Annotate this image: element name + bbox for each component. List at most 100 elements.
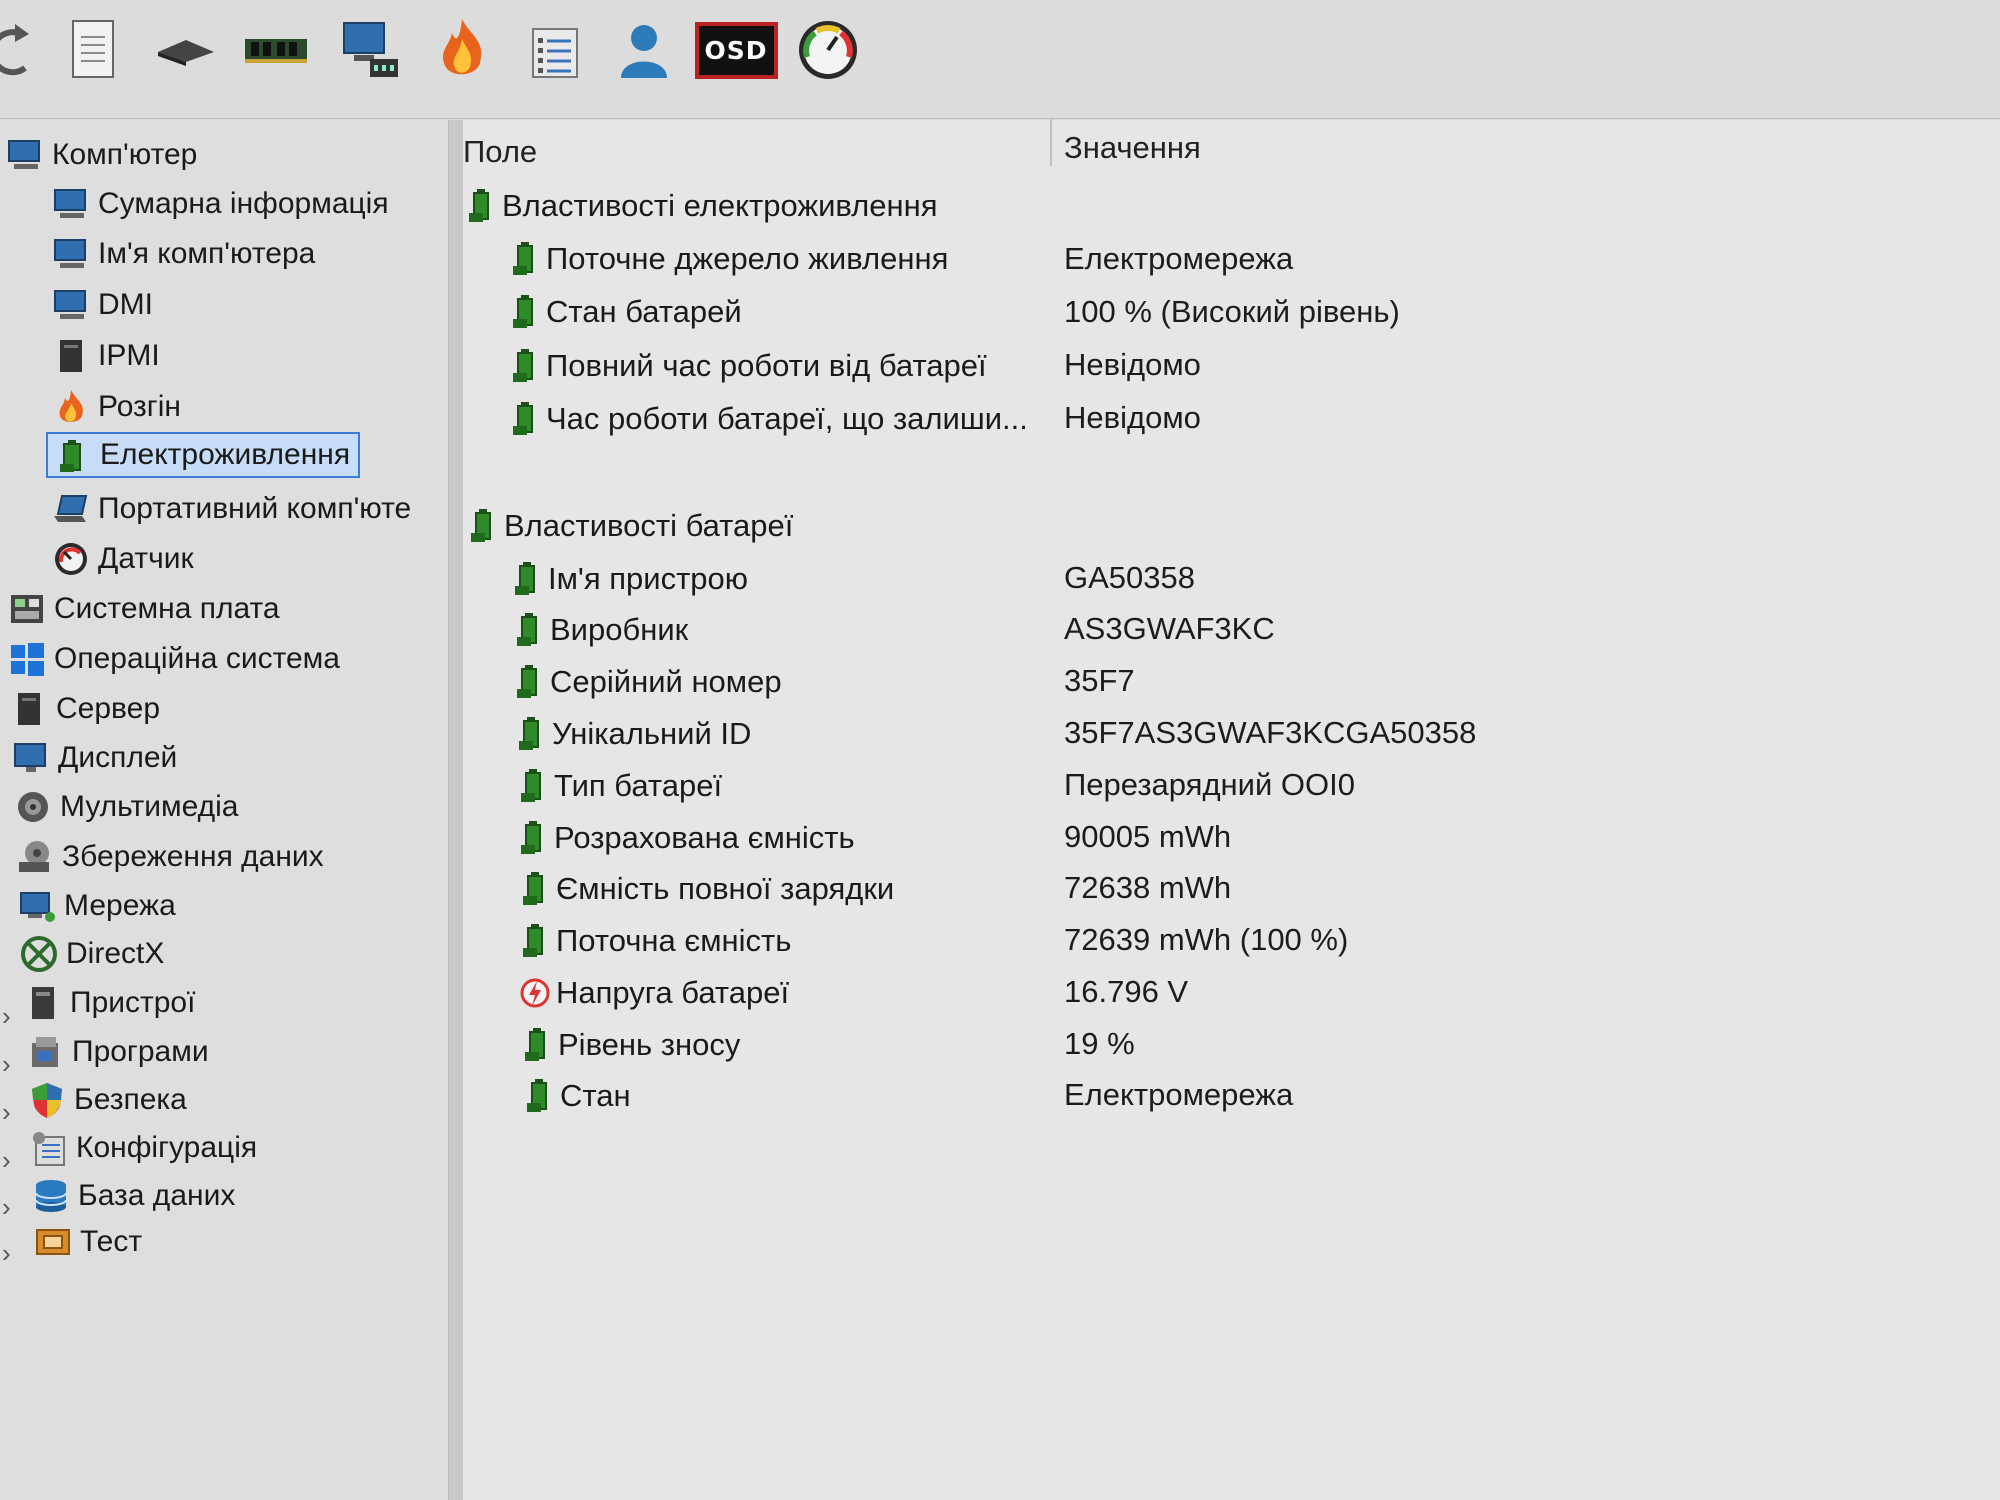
config-icon — [33, 1132, 65, 1166]
chevron-right-icon[interactable]: › — [2, 1049, 11, 1080]
user-button[interactable] — [608, 14, 680, 86]
tree-item-power-management[interactable]: Електроживлення — [46, 432, 361, 478]
network-icon — [20, 892, 55, 922]
column-resize-handle[interactable] — [1050, 118, 1052, 166]
shield-icon — [32, 1083, 62, 1118]
battery-icon — [513, 242, 533, 275]
tree-item-devices[interactable]: Пристрої — [24, 982, 195, 1024]
group-title: Властивості електроживлення — [502, 188, 938, 223]
group-header-power-properties[interactable]: Властивості електроживлення — [466, 182, 938, 230]
battery-icon — [521, 769, 541, 802]
battery-icon — [60, 440, 81, 472]
table-row[interactable]: Ємність повної зарядки — [520, 865, 894, 913]
tree-item-network[interactable]: Мережа — [18, 885, 176, 927]
tree-item-computer-name[interactable]: Ім'я комп'ютера — [52, 233, 315, 275]
tree-item-security[interactable]: Безпека — [28, 1079, 187, 1121]
row-field: Час роботи батареї, що залиши... — [546, 401, 1028, 436]
row-value: GA50358 — [1064, 560, 1195, 595]
table-row[interactable]: Рівень зносу — [522, 1021, 740, 1069]
column-header-value[interactable]: Значення — [1064, 130, 1201, 166]
osd-button[interactable]: OSD — [694, 14, 778, 86]
tree-item-label: Дисплей — [58, 741, 178, 774]
tree-item-database[interactable]: База даних — [32, 1175, 235, 1217]
tree-item-label: Розгін — [98, 390, 181, 423]
row-value: Невідомо — [1064, 347, 1201, 382]
toolbar: OSD — [0, 0, 2000, 119]
table-row[interactable]: Стан — [524, 1072, 631, 1120]
network-computer-button[interactable] — [335, 14, 407, 86]
tree-item-label: Мережа — [64, 889, 176, 922]
tree-item-ipmi[interactable]: IPMI — [52, 335, 160, 377]
chevron-right-icon[interactable]: › — [2, 1238, 11, 1269]
tree-item-sensor[interactable]: Датчик — [52, 538, 194, 580]
chevron-right-icon[interactable]: › — [2, 1192, 11, 1223]
tree-item-label: DMI — [98, 288, 153, 321]
battery-icon — [517, 665, 537, 698]
battery-icon — [517, 613, 537, 646]
computer-icon — [8, 140, 40, 169]
tree-item-computer[interactable]: Комп'ютер — [6, 134, 197, 176]
disk-icon — [19, 841, 49, 872]
memory-button[interactable] — [240, 14, 312, 86]
battery-icon — [525, 1028, 545, 1061]
database-icon — [35, 1180, 67, 1212]
tree-item-label: Мультимедіа — [60, 790, 239, 823]
tree-item-multimedia[interactable]: Мультимедіа — [14, 786, 238, 828]
table-row[interactable]: Час роботи батареї, що залиши... — [510, 395, 1028, 443]
tree-item-storage[interactable]: Збереження даних — [16, 836, 324, 878]
test-icon — [36, 1229, 70, 1255]
tree-item-portable-computer[interactable]: Портативний комп'юте — [52, 488, 411, 530]
table-row[interactable]: Унікальний ID — [516, 710, 751, 758]
row-field: Повний час роботи від батареї — [546, 348, 987, 383]
table-row[interactable]: Поточна ємність — [520, 917, 791, 965]
tree-item-label: Тест — [80, 1225, 143, 1258]
tree-item-operating-system[interactable]: Операційна система — [8, 638, 340, 680]
tree-item-test[interactable]: Тест — [34, 1221, 142, 1263]
table-row[interactable]: Напруга батареї — [520, 969, 789, 1017]
table-row[interactable]: Повний час роботи від батареї — [510, 342, 987, 390]
row-value: 72638 mWh — [1064, 870, 1232, 905]
checklist-button[interactable] — [520, 14, 592, 86]
table-row[interactable]: Тип батареї — [518, 762, 722, 810]
column-header-field[interactable]: Поле — [463, 134, 537, 170]
memory-icon — [245, 39, 307, 63]
table-row[interactable]: Ім'я пристрою — [512, 555, 748, 603]
row-field: Рівень зносу — [558, 1027, 741, 1062]
chevron-right-icon[interactable]: › — [2, 1001, 11, 1032]
table-row[interactable]: Виробник — [514, 606, 688, 654]
row-field: Унікальний ID — [552, 716, 752, 751]
tree-item-label: Ім'я комп'ютера — [98, 237, 316, 270]
battery-icon — [513, 295, 533, 328]
table-row[interactable]: Стан батарей — [510, 288, 742, 336]
battery-icon — [521, 821, 541, 854]
report-icon — [72, 20, 114, 78]
tree-item-server[interactable]: Сервер — [10, 688, 160, 730]
tree-item-summary[interactable]: Сумарна інформація — [52, 183, 389, 225]
battery-icon — [515, 562, 535, 595]
chevron-right-icon[interactable]: › — [2, 1145, 11, 1176]
tree-item-label: Портативний комп'юте — [98, 492, 412, 525]
osd-icon: OSD — [694, 21, 778, 79]
storage-button[interactable] — [150, 14, 222, 86]
tree-item-dmi[interactable]: DMI — [52, 284, 153, 326]
battery-icon — [471, 509, 491, 542]
overclock-button[interactable] — [426, 14, 498, 86]
tree-item-motherboard[interactable]: Системна плата — [8, 588, 280, 630]
table-row[interactable]: Розрахована ємність — [518, 814, 855, 862]
tree-item-label: Програми — [72, 1035, 209, 1068]
benchmark-button[interactable] — [792, 14, 864, 86]
tree-item-display[interactable]: Дисплей — [12, 737, 177, 779]
tree-item-directx[interactable]: DirectX — [20, 933, 164, 975]
refresh-button[interactable] — [0, 14, 52, 86]
tree-item-overclock[interactable]: Розгін — [52, 386, 181, 428]
group-header-battery-properties[interactable]: Властивості батареї — [468, 502, 793, 550]
report-button[interactable] — [58, 14, 130, 86]
gauge-icon — [55, 543, 87, 575]
chevron-right-icon[interactable]: › — [2, 1097, 11, 1128]
tree-item-configuration[interactable]: Конфігурація — [30, 1127, 257, 1169]
row-value: Перезарядний OOI0 — [1064, 767, 1355, 802]
tree-item-programs[interactable]: Програми — [26, 1031, 209, 1073]
pane-splitter[interactable] — [448, 120, 464, 1500]
table-row[interactable]: Поточне джерело живлення — [510, 235, 948, 283]
table-row[interactable]: Серійний номер — [514, 658, 782, 706]
